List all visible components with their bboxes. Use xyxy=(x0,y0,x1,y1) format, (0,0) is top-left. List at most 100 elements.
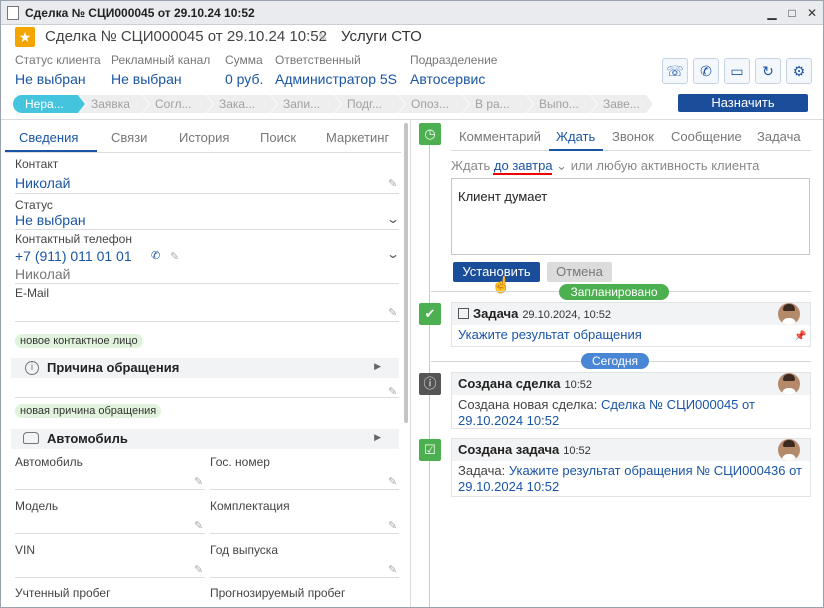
edit-phone-icon[interactable]: ✎ xyxy=(170,250,179,263)
info-icon: ⓘ xyxy=(419,373,441,395)
tab-call[interactable]: Звонок xyxy=(612,129,654,144)
phone-owner-name: Николай xyxy=(15,266,71,282)
chevron-down-icon[interactable]: ⌄ xyxy=(386,212,400,226)
reason-field[interactable] xyxy=(15,397,399,398)
stage-item[interactable]: Заявка xyxy=(79,95,149,113)
field-ad-channel[interactable]: Рекламный канал Не выбран xyxy=(111,53,210,87)
edit-icon[interactable]: ✎ xyxy=(388,563,397,576)
stage-item[interactable]: Подг... xyxy=(335,95,405,113)
reason-section-title: Причина обращения xyxy=(47,360,180,375)
new-contact-tag[interactable]: новое контактное лицо xyxy=(15,334,143,348)
tab-wait[interactable]: Ждать xyxy=(556,129,595,144)
message-icon[interactable]: ▭ xyxy=(724,58,750,84)
left-scrollbar[interactable] xyxy=(404,123,408,423)
stage-item[interactable]: В ра... xyxy=(463,95,533,113)
model-field[interactable] xyxy=(15,533,205,534)
edit-icon[interactable]: ✎ xyxy=(388,519,397,532)
field-value[interactable]: Автосервис xyxy=(410,71,497,87)
divider xyxy=(1,119,823,120)
tab-links[interactable]: Связи xyxy=(111,130,147,145)
field-responsible[interactable]: Ответственный Администратор 5S xyxy=(275,53,397,87)
wait-period-dropdown[interactable]: до завтра xyxy=(494,158,553,173)
new-reason-tag[interactable]: новая причина обращения xyxy=(15,404,162,418)
tab-comment[interactable]: Комментарий xyxy=(459,129,541,144)
tab-task[interactable]: Задача xyxy=(757,129,801,144)
field-value[interactable]: Не выбран xyxy=(111,71,210,87)
stage-item[interactable]: Запи... xyxy=(271,95,341,113)
avatar xyxy=(778,303,800,325)
chevron-down-icon[interactable]: ⌄ xyxy=(386,247,400,261)
car-section-header[interactable]: Автомобиль ▶ xyxy=(11,429,399,449)
tab-details[interactable]: Сведения xyxy=(19,130,78,145)
phone-label: Контактный телефон xyxy=(15,232,132,246)
close-button[interactable]: ✕ xyxy=(804,5,820,21)
field-value[interactable]: Не выбран xyxy=(15,71,101,87)
status-label: Статус xyxy=(15,198,53,212)
stage-item[interactable]: Нера... xyxy=(13,95,85,113)
plate-field[interactable] xyxy=(210,489,399,490)
field-client-status[interactable]: Статус клиента Не выбран xyxy=(15,53,101,87)
edit-contact-icon[interactable]: ✎ xyxy=(388,177,397,190)
card-body: Укажите результат обращения xyxy=(458,327,642,343)
task-checkbox[interactable] xyxy=(458,308,469,319)
call-phone-icon[interactable]: ✆ xyxy=(151,249,160,262)
year-field[interactable] xyxy=(210,577,399,578)
task-link[interactable]: Укажите результат обращения xyxy=(458,327,642,342)
email-field[interactable] xyxy=(15,321,399,322)
vin-field[interactable] xyxy=(15,577,205,578)
deal-created-card: Создана сделка 10:52 Создана новая сделка… xyxy=(451,372,811,429)
settings-gear-icon[interactable]: ⚙ xyxy=(786,58,812,84)
task-created-time: 10:52 xyxy=(563,445,591,457)
stage-item[interactable]: Опоз... xyxy=(399,95,469,113)
chevron-down-icon[interactable]: ⌄ xyxy=(556,158,567,173)
planned-task-card[interactable]: Задача 29.10.2024, 10:52 Укажите результа… xyxy=(451,302,811,347)
car-field[interactable] xyxy=(15,489,205,490)
edit-icon[interactable]: ✎ xyxy=(194,475,203,488)
edit-title-icon[interactable]: ✎ xyxy=(318,31,327,44)
maximize-button[interactable]: □ xyxy=(784,5,800,21)
wait-comment-input[interactable]: Клиент думает xyxy=(451,178,810,255)
trim-field[interactable] xyxy=(210,533,399,534)
field-department[interactable]: Подразделение Автосервис xyxy=(410,53,497,87)
tab-message[interactable]: Сообщение xyxy=(671,129,742,144)
assign-button[interactable]: Назначить xyxy=(678,94,808,112)
stage-item[interactable]: Согл... xyxy=(143,95,213,113)
cancel-button[interactable]: Отмена xyxy=(547,262,612,282)
stage-item[interactable]: Выпо... xyxy=(527,95,597,113)
field-value[interactable]: 0 руб. xyxy=(225,71,263,87)
deal-service-type[interactable]: Услуги СТО xyxy=(341,28,422,45)
activity-tabs: Комментарий Ждать Звонок Сообщение Задач… xyxy=(451,121,811,151)
stage-item[interactable]: Заве... xyxy=(591,95,653,113)
status-value[interactable]: Не выбран xyxy=(15,212,86,228)
pane-splitter[interactable] xyxy=(410,120,411,607)
minimize-button[interactable]: ▁ xyxy=(764,5,780,21)
field-label: Рекламный канал xyxy=(111,53,211,67)
stage-item[interactable]: Зака... xyxy=(207,95,277,113)
field-label: Ответственный xyxy=(275,53,361,67)
created-task-link[interactable]: Укажите результат обращения № СЦИ000436 … xyxy=(458,463,802,494)
tab-history[interactable]: История xyxy=(179,130,229,145)
card-title: Создана задача 10:52 xyxy=(458,442,591,457)
task-time: 29.10.2024, 10:52 xyxy=(522,309,612,321)
reason-section-header[interactable]: i Причина обращения ▶ xyxy=(11,358,399,378)
wait-comment-text: Клиент думает xyxy=(458,189,548,204)
edit-icon[interactable]: ✎ xyxy=(194,563,203,576)
phone-call-icon[interactable]: ✆ xyxy=(693,58,719,84)
pin-icon[interactable]: 📌 xyxy=(794,331,806,342)
edit-email-icon[interactable]: ✎ xyxy=(388,306,397,319)
tab-search[interactable]: Поиск xyxy=(260,130,296,145)
field-value[interactable]: Администратор 5S xyxy=(275,71,397,87)
edit-icon[interactable]: ✎ xyxy=(388,475,397,488)
avatar xyxy=(778,373,800,395)
refresh-icon[interactable]: ↻ xyxy=(755,58,781,84)
favorite-star-icon[interactable]: ★ xyxy=(15,27,35,47)
field-sum[interactable]: Сумма 0 руб. xyxy=(225,53,263,87)
field-underline xyxy=(15,283,399,284)
field-label: Статус клиента xyxy=(15,53,101,67)
tab-marketing[interactable]: Маркетинг xyxy=(326,130,389,145)
phone-value[interactable]: +7 (911) 011 01 01 xyxy=(15,248,132,264)
contact-value[interactable]: Николай xyxy=(15,175,70,191)
call-transfer-icon[interactable]: ☏ xyxy=(662,58,688,84)
forecast-mileage-label: Прогнозируемый пробег xyxy=(210,586,346,600)
edit-icon[interactable]: ✎ xyxy=(194,519,203,532)
